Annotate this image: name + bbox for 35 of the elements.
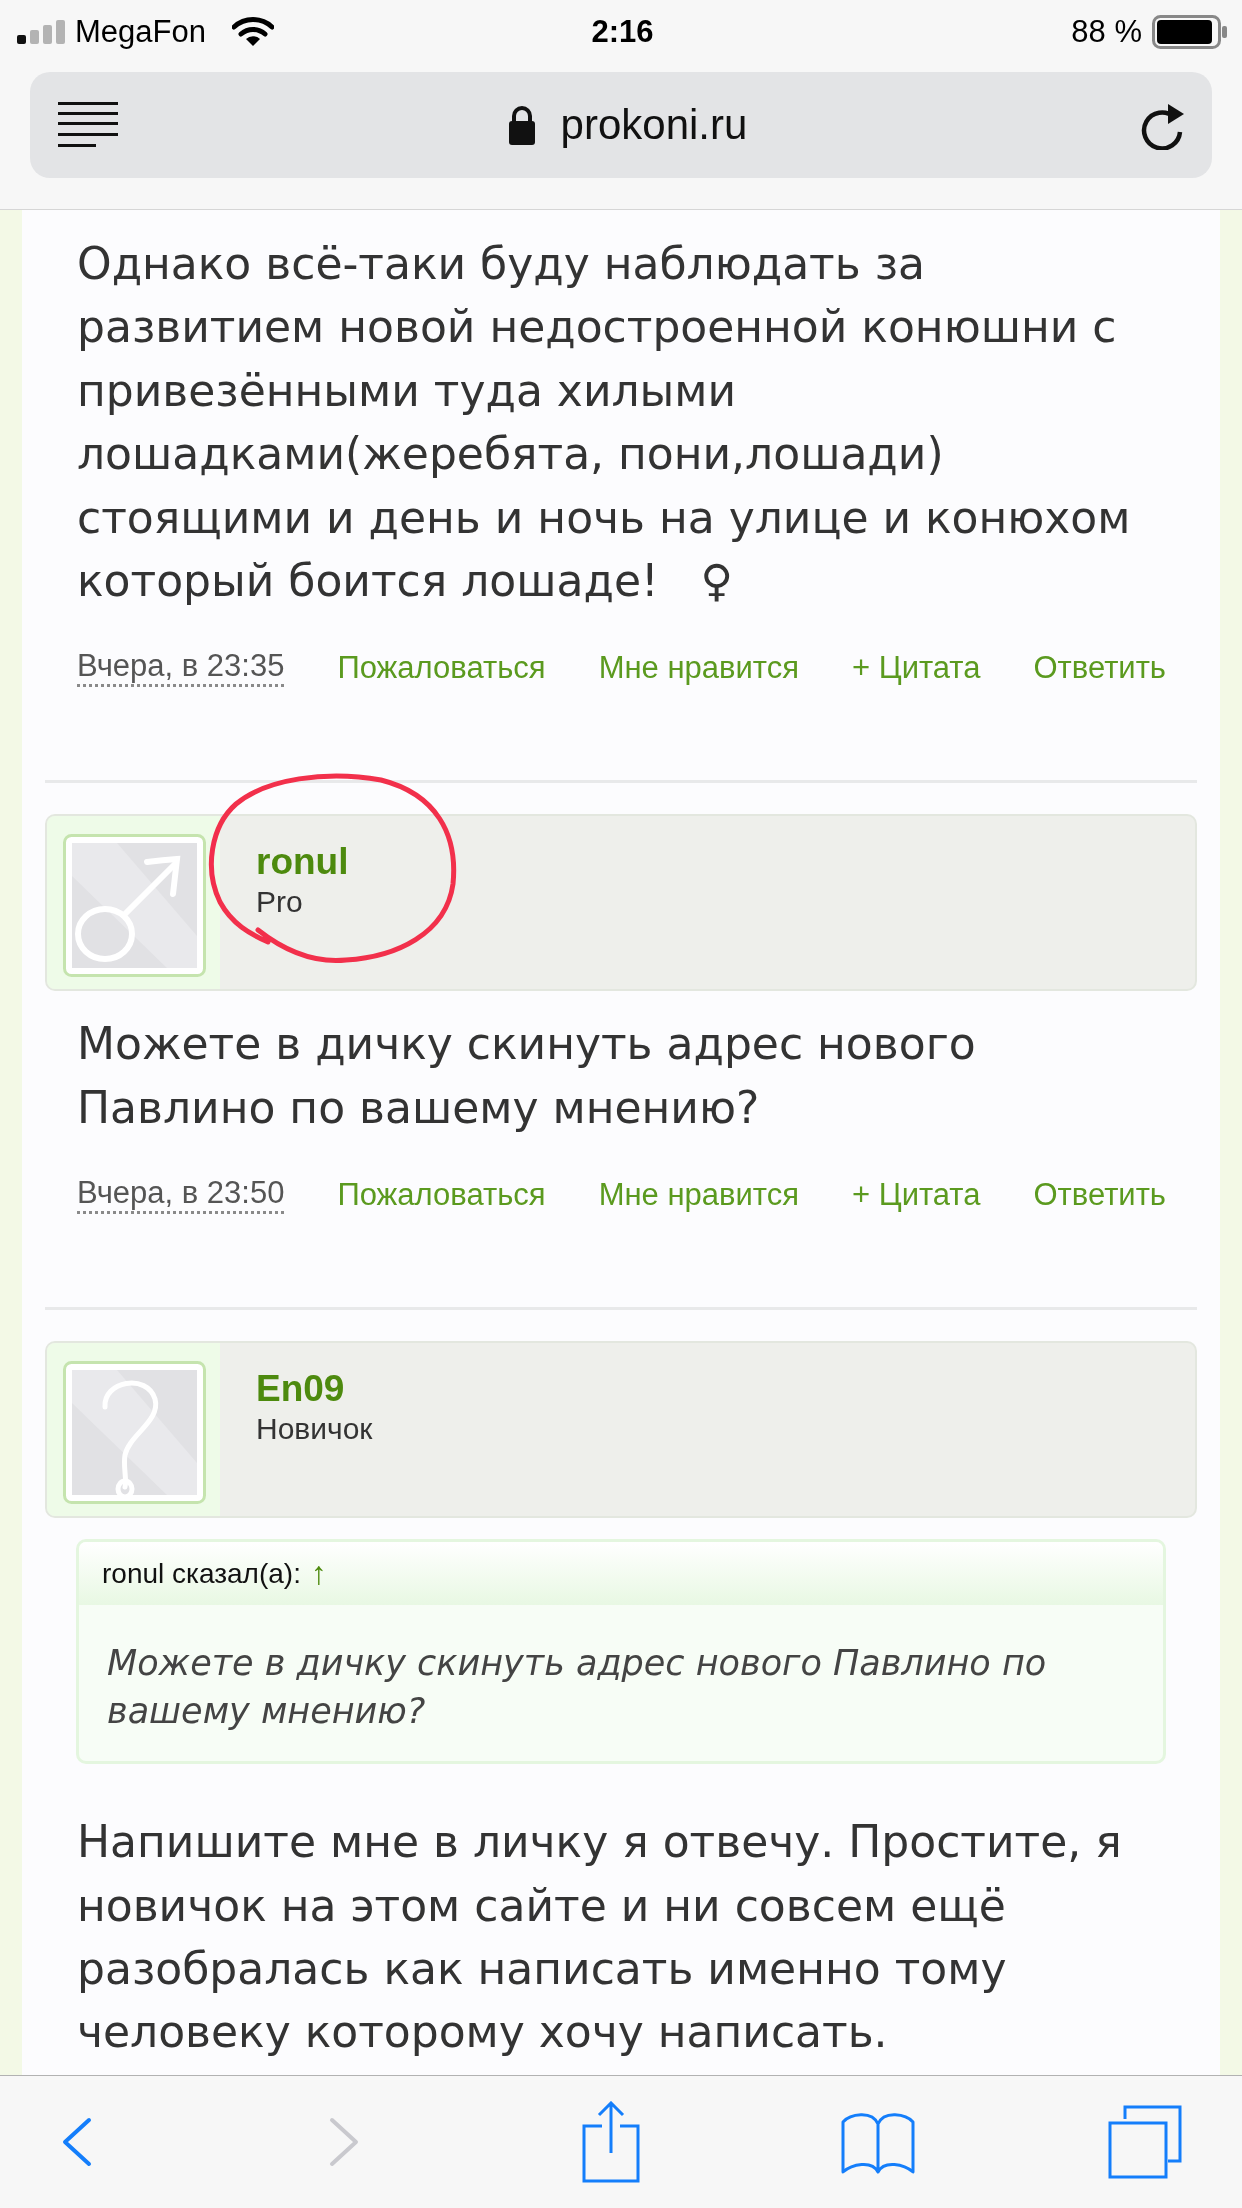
- user-rank: Pro: [256, 884, 303, 921]
- post-action-link[interactable]: Пожаловаться: [337, 1176, 546, 1213]
- carrier-name: MegaFon: [75, 14, 206, 50]
- clock-time: 2:16: [591, 14, 654, 50]
- post-time-link[interactable]: Вчера, в 23:35: [77, 648, 285, 688]
- username-link[interactable]: En09: [256, 1367, 345, 1412]
- post-action-link[interactable]: Ответить: [1033, 649, 1166, 686]
- quote-source-link[interactable]: ↑: [310, 1555, 327, 1593]
- page-url: prokoni.ru: [560, 101, 748, 149]
- post-action-link[interactable]: Мне нравится: [598, 649, 799, 686]
- post-action-link[interactable]: Пожаловаться: [337, 649, 546, 686]
- battery-percent: 88 %: [1071, 14, 1142, 50]
- chevron-left-icon: [62, 2117, 92, 2167]
- tabs-icon: [1108, 2105, 1182, 2179]
- share-icon: [582, 2101, 640, 2183]
- quote-author: ronul сказал(а):: [102, 1557, 301, 1590]
- chevron-right-icon: [329, 2117, 359, 2167]
- reader-lines-icon[interactable]: [58, 102, 118, 148]
- battery-icon: [1152, 15, 1228, 49]
- address-bar[interactable]: prokoni.ru: [30, 72, 1212, 178]
- post-action-link[interactable]: Ответить: [1033, 1176, 1166, 1213]
- open-book-icon: [840, 2110, 916, 2174]
- username-link[interactable]: ronul: [256, 840, 349, 885]
- wifi-icon: [231, 17, 274, 47]
- post-text: Напишите мне в личку я отвечу. Простите, я новичок на этом сайте и ни совсем ещё разобралась как написать именно тому человеку которому хочу написать.: [76, 1815, 1123, 2060]
- post-time-link[interactable]: Вчера, в 23:50: [77, 1175, 285, 1215]
- post-text: Можете в дичку скинуть адрес нового Павлино по вашему мнению?: [76, 1017, 977, 1135]
- quote-text: Можете в дичку скинуть адрес нового Павлино по вашему мнению?: [106, 1642, 1048, 1734]
- user-rank: Новичок: [256, 1411, 373, 1448]
- post-action-link[interactable]: Мне нравится: [598, 1176, 799, 1213]
- signal-bars-icon: [17, 20, 67, 44]
- post-text: Однако всё-таки буду наблюдать за развитием новой недостроенной конюшни с привезёнными туда хилыми лошадками(жеребята, пони,лошади) стоящими и день и ночь на улице и конюхом который боится лошаде! ♀: [76, 237, 1132, 609]
- post-action-link[interactable]: + Цитата: [852, 649, 981, 686]
- post-action-link[interactable]: + Цитата: [852, 1176, 981, 1213]
- lock-icon: [508, 105, 535, 145]
